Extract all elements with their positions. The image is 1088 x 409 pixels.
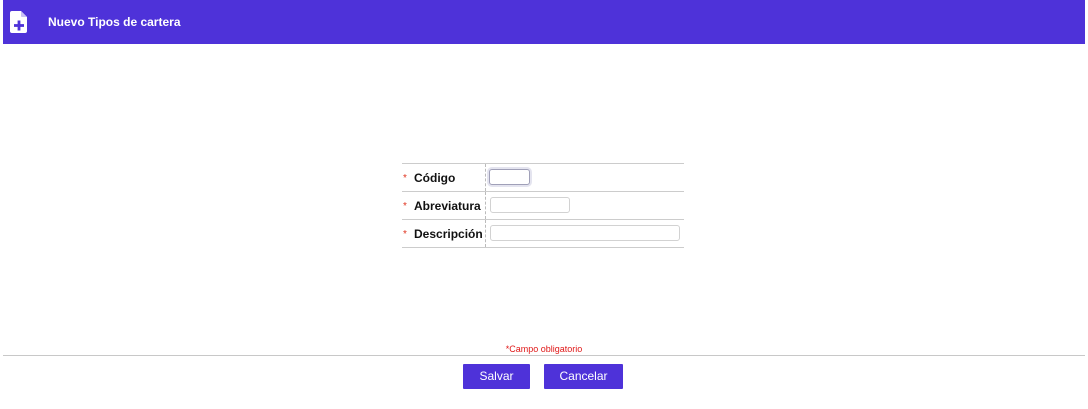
cancel-button[interactable]: Cancelar [544, 364, 623, 389]
required-marker: * [403, 173, 407, 184]
file-plus-icon [9, 10, 29, 34]
page: Nuevo Tipos de cartera * Código * Abrevi… [0, 0, 1088, 409]
abreviatura-input[interactable] [490, 197, 570, 213]
label-cell: * Abreviatura [402, 192, 486, 219]
footer-divider [3, 355, 1085, 356]
codigo-label: Código [414, 171, 456, 185]
label-cell: * Descripción [402, 220, 486, 247]
required-marker: * [403, 201, 407, 212]
page-title: Nuevo Tipos de cartera [48, 15, 181, 29]
form-row-descripcion: * Descripción [402, 220, 684, 248]
descripcion-label: Descripción [414, 227, 483, 241]
form-table: * Código * Abreviatura * Descripción [402, 163, 684, 248]
form-row-codigo: * Código [402, 164, 684, 192]
label-cell: * Código [402, 164, 486, 191]
save-button[interactable]: Salvar [463, 364, 530, 389]
page-header: Nuevo Tipos de cartera [3, 0, 1085, 44]
required-marker: * [403, 229, 407, 240]
abreviatura-label: Abreviatura [414, 199, 481, 213]
codigo-input[interactable] [489, 169, 530, 185]
required-field-note: *Campo obligatorio [505, 344, 583, 354]
form-row-abreviatura: * Abreviatura [402, 192, 684, 220]
descripcion-input[interactable] [490, 225, 680, 241]
